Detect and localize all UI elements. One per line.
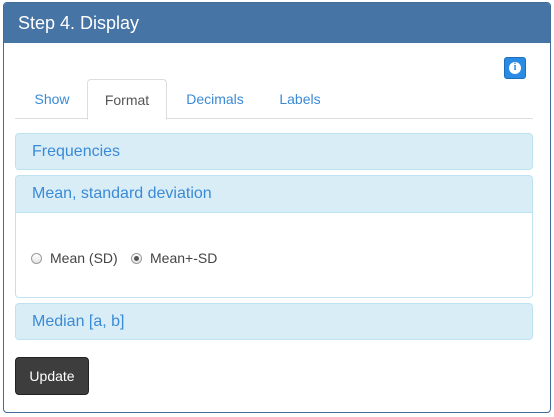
radio-mean-sd[interactable]: Mean (SD)	[31, 250, 118, 266]
tab-bar: Show Format Decimals Labels	[15, 79, 533, 120]
accordion-header-mean-sd[interactable]: Mean, standard deviation	[16, 176, 532, 212]
tab-label: Labels	[279, 91, 321, 107]
info-button[interactable]: i	[504, 57, 526, 79]
update-button[interactable]: Update	[15, 357, 89, 395]
radio-label: Mean (SD)	[50, 250, 118, 266]
mean-sd-body: Mean (SD) Mean+-SD	[16, 212, 532, 297]
tab-label: Decimals	[186, 91, 244, 107]
info-icon: i	[509, 62, 521, 74]
tab-format[interactable]: Format	[87, 79, 167, 120]
accordion-frequencies: Frequencies	[15, 133, 533, 170]
radio-button-selected[interactable]	[131, 252, 142, 264]
accordion-median: Median [a, b]	[15, 303, 533, 340]
panel-header: Step 4. Display	[4, 3, 550, 43]
radio-label: Mean+-SD	[150, 250, 218, 266]
accordion-header-median[interactable]: Median [a, b]	[16, 304, 532, 339]
accordion-title: Frequencies	[32, 143, 121, 160]
accordion-header-frequencies[interactable]: Frequencies	[16, 134, 532, 169]
tab-label: Show	[34, 91, 70, 107]
tab-label: Format	[104, 91, 150, 108]
radio-mean-plusminus-sd[interactable]: Mean+-SD	[131, 250, 217, 266]
panel-title: Step 4. Display	[18, 12, 140, 33]
update-label: Update	[29, 368, 75, 384]
tab-labels[interactable]: Labels	[262, 79, 338, 119]
accordion-title: Mean, standard deviation	[32, 185, 212, 202]
tab-decimals[interactable]: Decimals	[170, 79, 260, 119]
radio-button[interactable]	[31, 252, 42, 264]
tab-show[interactable]: Show	[17, 79, 87, 119]
accordion-title: Median [a, b]	[32, 313, 125, 330]
accordion-mean-sd: Mean, standard deviation Mean (SD) Mean+…	[15, 175, 533, 298]
